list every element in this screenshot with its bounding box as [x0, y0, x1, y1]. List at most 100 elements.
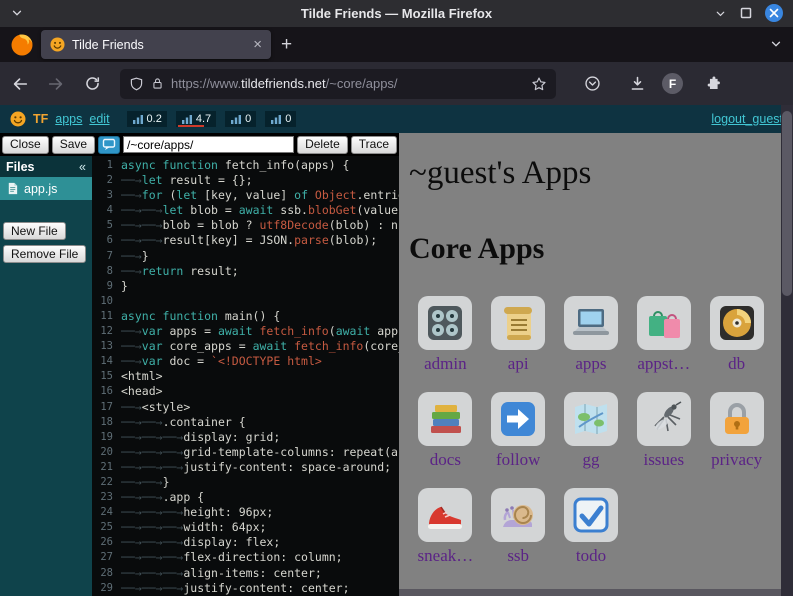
code-line[interactable]: 4──→──→let blob = await ssb.blobGet(valu…	[92, 203, 399, 218]
page-title: ~guest's Apps	[409, 155, 781, 192]
code-line[interactable]: 13──→var core_apps = await fetch_info(co…	[92, 339, 399, 354]
code-line[interactable]: 23──→──→.app {	[92, 490, 399, 505]
tracking-protection-shield-icon[interactable]	[129, 76, 144, 92]
code-line[interactable]: 19──→──→──→display: grid;	[92, 430, 399, 445]
downloads-icon[interactable]	[621, 70, 653, 98]
code-line[interactable]: 6──→──→result[key] = JSON.parse(blob);	[92, 233, 399, 248]
app-appst[interactable]: appst…	[630, 296, 698, 374]
code-line[interactable]: 7──→}	[92, 249, 399, 264]
code-line[interactable]: 2──→let result = {};	[92, 173, 399, 188]
code-line[interactable]: 21──→──→──→justify-content: space-around…	[92, 460, 399, 475]
new-tab-button[interactable]: +	[281, 35, 292, 54]
tab-whitespace-marker: ──→	[121, 218, 142, 232]
new-file-button[interactable]: New File	[3, 222, 66, 240]
line-number: 6	[92, 233, 113, 248]
tab-whitespace-marker: ──→	[163, 445, 184, 459]
app-todo[interactable]: todo	[557, 488, 625, 566]
code-line[interactable]: 14──→var doc = `<!DOCTYPE html>	[92, 354, 399, 369]
close-button[interactable]	[765, 4, 783, 22]
tab-whitespace-marker: ──→	[163, 505, 184, 519]
tab-close-icon[interactable]: ×	[253, 37, 262, 52]
url-bar[interactable]: https://www.tildefriends.net/~core/apps/	[120, 69, 556, 99]
close-file-button[interactable]: Close	[2, 136, 49, 154]
code-line[interactable]: 16<head>	[92, 384, 399, 399]
app-db[interactable]: db	[703, 296, 771, 374]
code-line[interactable]: 20──→──→──→grid-template-columns: repeat…	[92, 445, 399, 460]
code-line[interactable]: 3──→for (let [key, value] of Object.entr…	[92, 188, 399, 203]
nav-link-edit[interactable]: edit	[89, 112, 109, 126]
site-logo-smiley-icon[interactable]	[10, 111, 26, 127]
collapse-sidebar-button[interactable]: «	[79, 160, 86, 174]
delete-button[interactable]: Delete	[297, 136, 348, 154]
line-number: 20	[92, 445, 113, 460]
code-line[interactable]: 28──→──→──→align-items: center;	[92, 566, 399, 581]
code-line[interactable]: 26──→──→──→display: flex;	[92, 535, 399, 550]
code-line[interactable]: 27──→──→──→flex-direction: column;	[92, 550, 399, 565]
app-apps[interactable]: apps	[557, 296, 625, 374]
bookmark-star-icon[interactable]	[531, 76, 547, 92]
app-sneak[interactable]: sneak…	[411, 488, 479, 566]
code-line[interactable]: 8──→return result;	[92, 264, 399, 279]
code-line[interactable]: 15<html>	[92, 369, 399, 384]
save-button[interactable]: Save	[52, 136, 95, 154]
forward-button[interactable]	[40, 70, 72, 98]
back-button[interactable]	[4, 70, 36, 98]
code-line[interactable]: 12──→var apps = await fetch_info(await a…	[92, 324, 399, 339]
app-ssb[interactable]: ssb	[484, 488, 552, 566]
maximize-button[interactable]	[740, 7, 752, 19]
app-privacy[interactable]: privacy	[703, 392, 771, 470]
url-text[interactable]: https://www.tildefriends.net/~core/apps/	[171, 76, 524, 91]
app-issues[interactable]: issues	[630, 392, 698, 470]
horizontal-scrollbar[interactable]	[399, 589, 781, 596]
app-label: db	[728, 354, 745, 374]
app-api[interactable]: api	[484, 296, 552, 374]
code-line[interactable]: 17──→<style>	[92, 400, 399, 415]
nav-link-apps[interactable]: apps	[55, 112, 82, 126]
tab-title: Tilde Friends	[72, 38, 253, 52]
tab-whitespace-marker: ──→	[121, 581, 142, 595]
app-path-input[interactable]	[123, 136, 294, 153]
line-number: 5	[92, 218, 113, 233]
vertical-scrollbar[interactable]	[781, 105, 793, 596]
titlebar-chevron-down-icon[interactable]	[10, 6, 24, 20]
code-line[interactable]: 9}	[92, 279, 399, 294]
url-path: /~core/apps/	[326, 76, 398, 91]
minimize-button[interactable]	[714, 7, 727, 20]
code-line[interactable]: 1async function fetch_info(apps) {	[92, 158, 399, 173]
reload-button[interactable]	[76, 70, 108, 98]
firefox-logo-icon[interactable]	[10, 33, 34, 57]
tab-whitespace-marker: ──→	[142, 218, 163, 232]
code-text: <head>	[121, 384, 163, 399]
code-line[interactable]: 24──→──→──→height: 96px;	[92, 505, 399, 520]
code-line[interactable]: 10	[92, 294, 399, 309]
site-logo-text[interactable]: TF	[33, 112, 48, 126]
trace-button[interactable]: Trace	[351, 136, 397, 154]
stat-value: 0.2	[147, 113, 162, 125]
pocket-icon[interactable]	[576, 70, 608, 98]
list-all-tabs-chevron-icon[interactable]	[769, 37, 783, 51]
remove-file-button[interactable]: Remove File	[3, 245, 86, 263]
app-admin[interactable]: admin	[411, 296, 479, 374]
app-gg[interactable]: gg	[557, 392, 625, 470]
scrollbar-thumb[interactable]	[782, 111, 792, 296]
code-line[interactable]: 29──→──→──→justify-content: center;	[92, 581, 399, 596]
account-avatar[interactable]: F	[662, 73, 683, 94]
app-follow[interactable]: follow	[484, 392, 552, 470]
code-line[interactable]: 5──→──→blob = blob ? utf8Decode(blob) : …	[92, 218, 399, 233]
code-line[interactable]: 11async function main() {	[92, 309, 399, 324]
logout-guest-link[interactable]: logout_guest	[711, 112, 783, 126]
code-line[interactable]: 18──→──→.container {	[92, 415, 399, 430]
app-docs[interactable]: docs	[411, 392, 479, 470]
toggle-output-button[interactable]	[98, 136, 120, 154]
navigation-toolbar: https://www.tildefriends.net/~core/apps/…	[0, 62, 793, 105]
line-number: 11	[92, 309, 113, 324]
line-number: 8	[92, 264, 113, 279]
file-item-appjs[interactable]: app.js	[0, 177, 92, 200]
tab-tilde-friends[interactable]: Tilde Friends ×	[41, 30, 271, 59]
code-line[interactable]: 25──→──→──→width: 64px;	[92, 520, 399, 535]
lock-icon[interactable]	[151, 76, 164, 91]
extensions-puzzle-icon[interactable]	[696, 70, 728, 98]
code-editor[interactable]: 1async function fetch_info(apps) {2──→le…	[92, 156, 399, 596]
code-line[interactable]: 22──→──→}	[92, 475, 399, 490]
meter-bars-icon	[132, 114, 144, 125]
